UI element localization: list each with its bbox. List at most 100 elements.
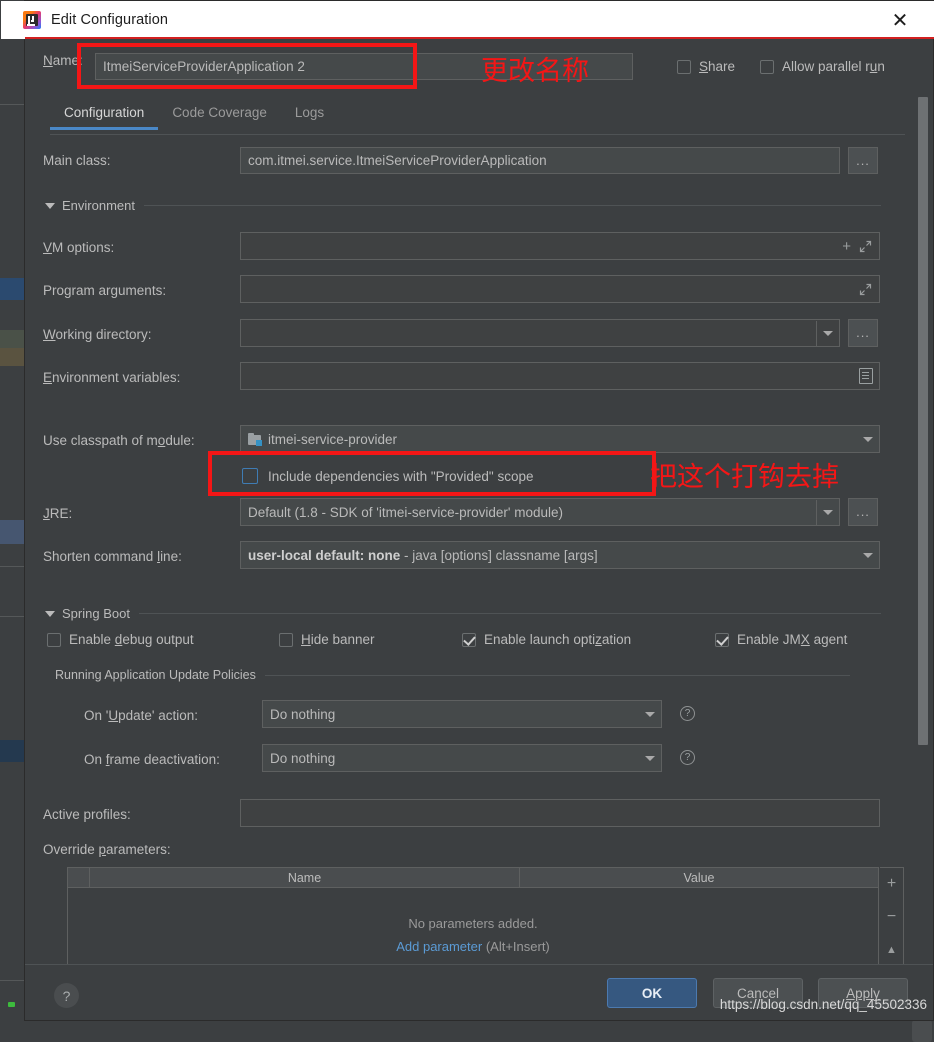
override-parameters-label: Override parameters: xyxy=(43,842,171,857)
enable-jmx-agent-checkbox[interactable]: Enable JMX agent xyxy=(715,632,847,647)
hide-banner-checkbox-box[interactable] xyxy=(279,633,293,647)
include-provided-checkbox-box[interactable] xyxy=(242,468,258,484)
vm-options-input[interactable]: + xyxy=(240,232,880,260)
ellipsis-icon: ... xyxy=(856,157,870,165)
table-header-row: Name Value xyxy=(68,868,878,888)
section-divider xyxy=(144,205,881,206)
title-underline-decoration xyxy=(25,37,934,39)
add-icon[interactable]: + xyxy=(842,238,851,255)
jre-browse-button[interactable]: ... xyxy=(848,498,878,526)
main-class-browse-button[interactable]: ... xyxy=(848,147,878,174)
expand-icon[interactable] xyxy=(859,240,872,253)
main-class-value: com.itmei.service.ItmeiServiceProviderAp… xyxy=(248,153,547,168)
chevron-down-icon[interactable] xyxy=(639,746,661,771)
jre-combo[interactable]: Default (1.8 - SDK of 'itmei-service-pro… xyxy=(240,498,840,526)
remove-parameter-button[interactable]: − xyxy=(880,901,903,934)
table-header-name[interactable]: Name xyxy=(90,868,520,887)
working-directory-browse-button[interactable]: ... xyxy=(848,319,878,347)
spring-boot-section-label: Spring Boot xyxy=(62,606,130,621)
add-parameter-button[interactable]: + xyxy=(880,868,903,901)
enable-debug-output-checkbox-box[interactable] xyxy=(47,633,61,647)
active-profiles-input[interactable] xyxy=(240,799,880,827)
enable-launch-optimization-label: Enable launch optization xyxy=(484,632,631,647)
content-scrollbar-thumb[interactable] xyxy=(918,97,928,745)
module-icon xyxy=(248,433,262,446)
update-policies-section-header: Running Application Update Policies xyxy=(55,668,850,682)
main-class-label: Main class: xyxy=(43,153,111,168)
chevron-down-icon[interactable] xyxy=(639,702,661,727)
on-frame-deactivation-help-icon[interactable]: ? xyxy=(680,750,695,765)
enable-debug-output-checkbox[interactable]: Enable debug output xyxy=(47,632,194,647)
use-classpath-combo[interactable]: itmei-service-provider xyxy=(240,425,880,453)
environment-section-header[interactable]: Environment xyxy=(45,198,881,213)
table-toolbar: + − ▲ xyxy=(880,867,904,967)
spring-boot-section-header[interactable]: Spring Boot xyxy=(45,606,881,621)
chevron-down-icon[interactable] xyxy=(857,427,879,452)
add-parameter-hint: (Alt+Insert) xyxy=(482,939,550,954)
environment-variables-editor-icon[interactable] xyxy=(859,368,873,384)
on-update-action-value: Do nothing xyxy=(270,707,639,722)
include-provided-checkbox[interactable]: Include dependencies with "Provided" sco… xyxy=(242,468,534,484)
allow-parallel-run-checkbox-box[interactable] xyxy=(760,60,774,74)
share-label: Share xyxy=(699,59,735,74)
table-empty-message: No parameters added. xyxy=(68,916,878,931)
working-directory-label: Working directory: xyxy=(43,327,152,342)
working-directory-combo[interactable] xyxy=(240,319,840,347)
enable-jmx-agent-checkbox-box[interactable] xyxy=(715,633,729,647)
annotation-text-uncheck: 把这个打钩去掉 xyxy=(650,455,839,494)
on-update-action-label: On 'Update' action: xyxy=(84,708,198,723)
move-up-parameter-button[interactable]: ▲ xyxy=(880,933,903,966)
tab-logs[interactable]: Logs xyxy=(281,101,338,130)
on-update-action-help-icon[interactable]: ? xyxy=(680,706,695,721)
environment-variables-input[interactable] xyxy=(240,362,880,390)
shorten-command-line-label: Shorten command line: xyxy=(43,549,182,564)
on-frame-deactivation-value: Do nothing xyxy=(270,751,639,766)
dialog-tabs: Configuration Code Coverage Logs xyxy=(50,101,338,135)
table-body: No parameters added. Add parameter (Alt+… xyxy=(68,888,878,966)
update-policies-section-label: Running Application Update Policies xyxy=(55,668,256,682)
use-classpath-label: Use classpath of module: xyxy=(43,433,195,448)
expand-icon[interactable] xyxy=(859,283,872,296)
on-frame-deactivation-combo[interactable]: Do nothing xyxy=(262,744,662,772)
use-classpath-value: itmei-service-provider xyxy=(268,432,857,447)
main-class-input[interactable]: com.itmei.service.ItmeiServiceProviderAp… xyxy=(240,147,840,174)
edit-configuration-dialog: Edit Configuration ✕ Name: ItmeiServiceP… xyxy=(24,0,934,1021)
table-header-value[interactable]: Value xyxy=(520,868,878,887)
vm-options-label: VM options: xyxy=(43,240,114,255)
hide-banner-checkbox[interactable]: Hide banner xyxy=(279,632,375,647)
program-arguments-label: Program arguments: xyxy=(43,283,166,298)
name-input-value: ItmeiServiceProviderApplication 2 xyxy=(103,59,305,74)
tab-code-coverage[interactable]: Code Coverage xyxy=(158,101,281,130)
chevron-down-icon[interactable] xyxy=(857,543,879,568)
environment-variables-label: Environment variables: xyxy=(43,370,180,385)
shorten-command-line-value-strong: user-local default: none xyxy=(248,548,400,563)
share-checkbox-box[interactable] xyxy=(677,60,691,74)
share-checkbox[interactable]: Share xyxy=(677,59,735,74)
jre-label: JRE: xyxy=(43,506,72,521)
enable-launch-optimization-checkbox[interactable]: Enable launch optization xyxy=(462,632,631,647)
help-glyph: ? xyxy=(685,708,691,719)
enable-jmx-agent-label: Enable JMX agent xyxy=(737,632,847,647)
allow-parallel-run-checkbox[interactable]: Allow parallel run xyxy=(760,59,885,74)
help-button[interactable]: ? xyxy=(54,983,79,1008)
close-icon[interactable]: ✕ xyxy=(877,1,923,39)
watermark: https://blog.csdn.net/qq_45502336 xyxy=(720,997,927,1012)
ok-button[interactable]: OK xyxy=(607,978,697,1008)
annotation-text-change-name: 更改名称 xyxy=(481,49,589,88)
shorten-command-line-value: user-local default: none - java [options… xyxy=(248,548,857,563)
chevron-down-icon[interactable] xyxy=(817,500,839,525)
chevron-down-icon xyxy=(45,203,55,209)
enable-launch-optimization-checkbox-box[interactable] xyxy=(462,633,476,647)
program-arguments-input[interactable] xyxy=(240,275,880,303)
on-update-action-combo[interactable]: Do nothing xyxy=(262,700,662,728)
ide-left-strip xyxy=(0,0,24,1030)
add-parameter-link[interactable]: Add parameter xyxy=(396,939,482,954)
override-parameters-table[interactable]: Name Value No parameters added. Add para… xyxy=(67,867,879,967)
shorten-command-line-combo[interactable]: user-local default: none - java [options… xyxy=(240,541,880,569)
content-scrollbar[interactable] xyxy=(917,97,929,767)
table-header-checkbox-col xyxy=(68,868,90,887)
tab-configuration[interactable]: Configuration xyxy=(50,101,158,130)
ellipsis-icon: ... xyxy=(856,329,870,337)
chevron-down-icon[interactable] xyxy=(817,321,839,346)
on-frame-deactivation-label: On frame deactivation: xyxy=(84,752,220,767)
